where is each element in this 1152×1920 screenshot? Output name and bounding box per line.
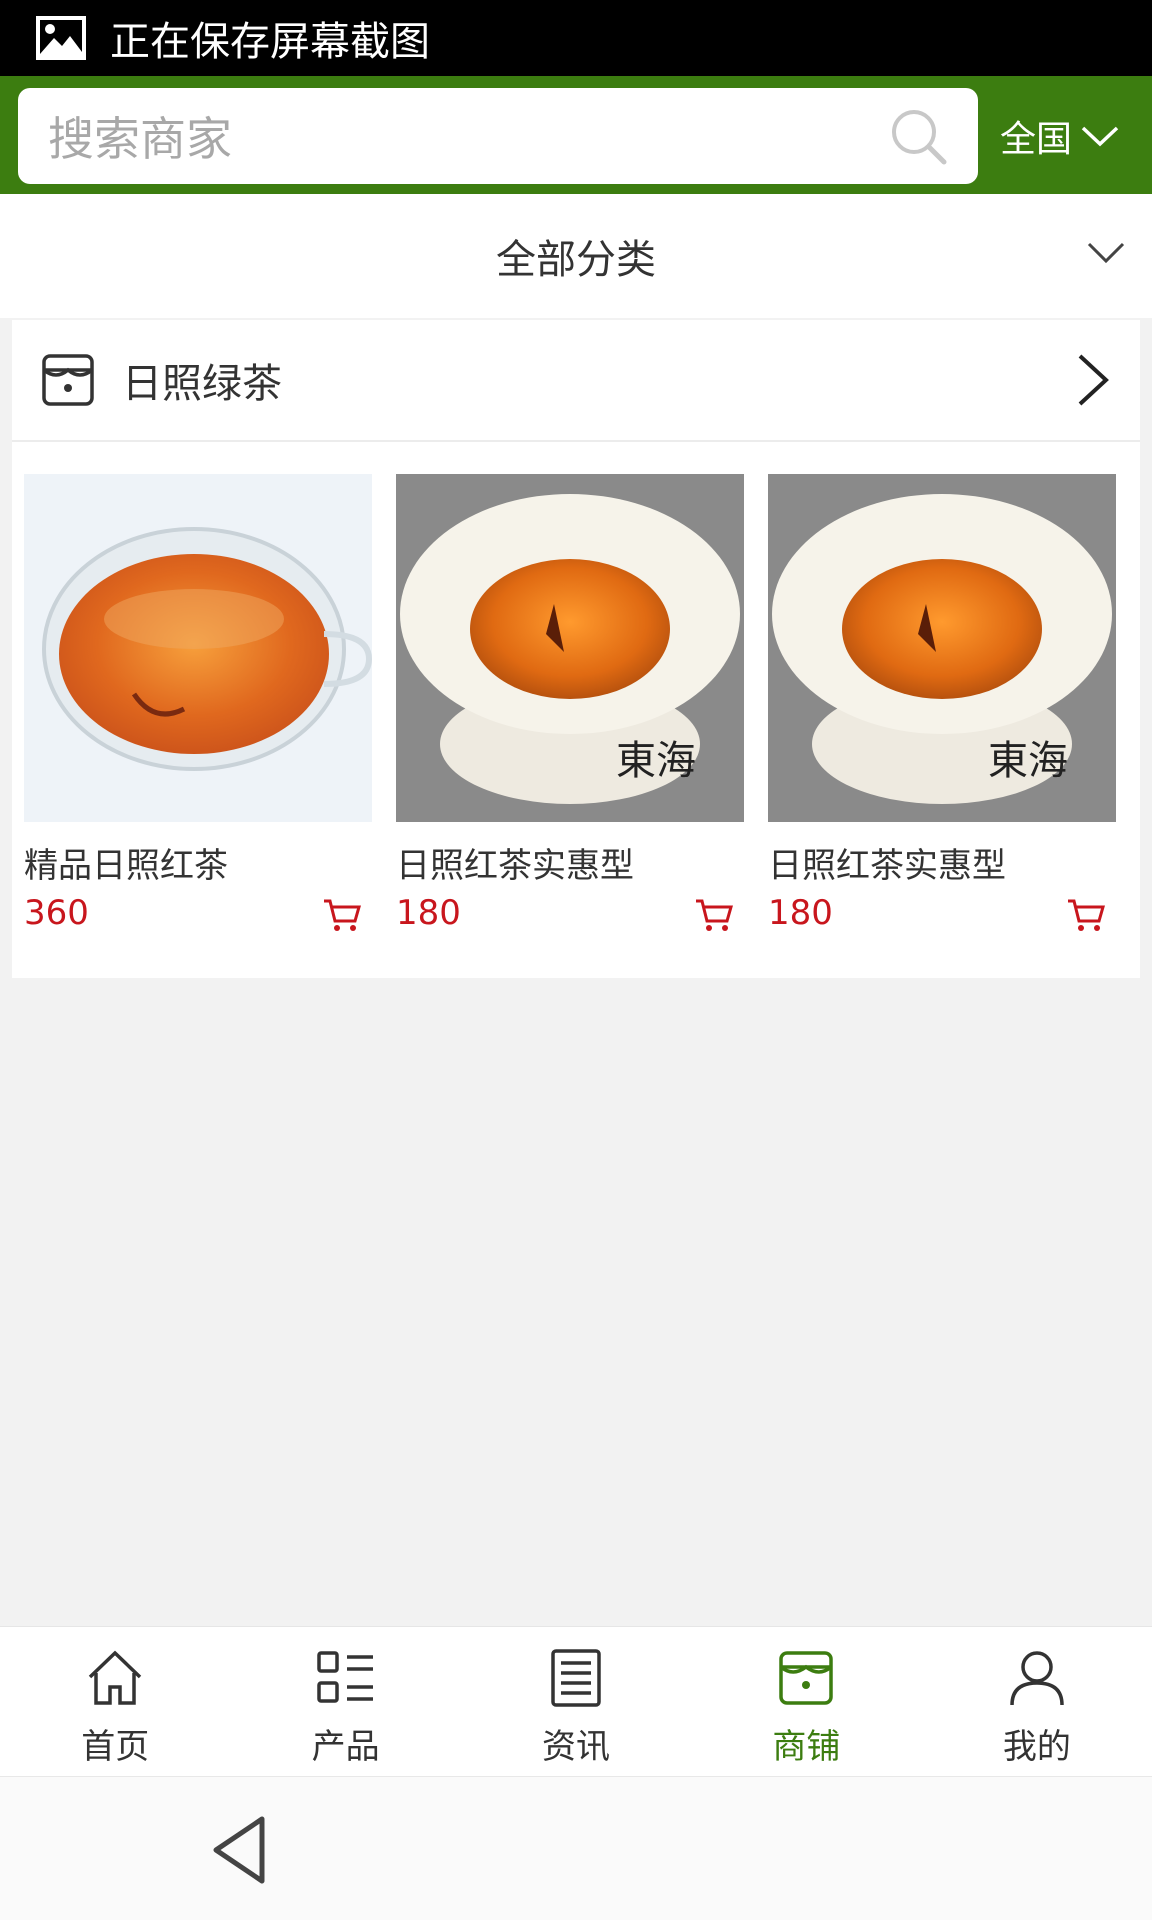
tab-profile[interactable]: 我的	[922, 1627, 1152, 1776]
product-name: 日照红茶实惠型	[768, 846, 1006, 886]
tab-home[interactable]: 首页	[0, 1627, 230, 1776]
product-image[interactable]: 東海	[768, 474, 1116, 822]
tab-label: 我的	[1002, 1727, 1071, 1767]
tab-products[interactable]: 产品	[230, 1627, 460, 1776]
bottom-tab-bar: 首页 产品 资讯 商铺 我的	[0, 1626, 1152, 1776]
store-header[interactable]: 日照绿茶	[12, 320, 1140, 442]
product-price: 180	[396, 893, 461, 933]
image-icon	[36, 16, 86, 60]
status-bar: 正在保存屏幕截图	[0, 0, 1152, 76]
price-row: 180	[768, 893, 1116, 937]
header: 搜索商家 全国	[0, 76, 1152, 194]
store-icon	[42, 354, 94, 406]
tab-news[interactable]: 资讯	[461, 1627, 691, 1776]
cart-icon[interactable]	[694, 897, 734, 933]
product-name: 日照红茶实惠型	[396, 846, 634, 886]
product-price: 180	[768, 893, 833, 933]
cart-icon[interactable]	[322, 897, 362, 933]
tab-label: 产品	[311, 1727, 380, 1767]
news-icon	[551, 1649, 601, 1707]
tab-label: 首页	[81, 1727, 150, 1767]
store-card: 日照绿茶 精品日照红茶 360 東海 日照红茶实惠型 180 東海 日照红茶实惠…	[12, 320, 1140, 978]
chevron-right-icon[interactable]	[1076, 352, 1110, 408]
product-card[interactable]: 東海 日照红茶实惠型 180	[768, 474, 1116, 937]
user-icon	[1010, 1651, 1064, 1706]
back-icon[interactable]	[210, 1815, 270, 1885]
product-image[interactable]: 東海	[396, 474, 744, 822]
price-row: 360	[24, 893, 372, 937]
store-icon	[779, 1651, 834, 1705]
chevron-down-icon	[1081, 126, 1119, 147]
product-name: 精品日照红茶	[24, 846, 228, 886]
page: 正在保存屏幕截图 搜索商家 全国 全部分类 日照绿茶 精品日照红茶 360 東海…	[0, 0, 1152, 1920]
tab-label: 商铺	[772, 1727, 841, 1767]
status-text: 正在保存屏幕截图	[110, 19, 430, 65]
category-filter[interactable]: 全部分类	[0, 194, 1152, 318]
search-placeholder: 搜索商家	[48, 112, 232, 166]
watermark-text: 東海	[616, 738, 696, 784]
chevron-down-icon	[1087, 242, 1125, 264]
search-icon[interactable]	[888, 106, 948, 166]
search-input[interactable]: 搜索商家	[18, 88, 978, 184]
region-selector[interactable]: 全国	[1000, 88, 1140, 184]
watermark-text: 東海	[988, 738, 1068, 784]
system-nav-bar	[0, 1776, 1152, 1920]
region-label: 全国	[1000, 119, 1073, 160]
tab-stores[interactable]: 商铺	[691, 1627, 921, 1776]
cart-icon[interactable]	[1066, 897, 1106, 933]
grid-list-icon	[316, 1651, 373, 1703]
tab-label: 资讯	[542, 1727, 611, 1767]
product-price: 360	[24, 893, 89, 933]
product-image[interactable]	[24, 474, 372, 822]
product-card[interactable]: 東海 日照红茶实惠型 180	[396, 474, 744, 937]
store-name: 日照绿茶	[122, 361, 282, 407]
home-icon	[88, 1650, 142, 1705]
category-label: 全部分类	[496, 237, 656, 283]
price-row: 180	[396, 893, 744, 937]
product-card[interactable]: 精品日照红茶 360	[24, 474, 372, 937]
